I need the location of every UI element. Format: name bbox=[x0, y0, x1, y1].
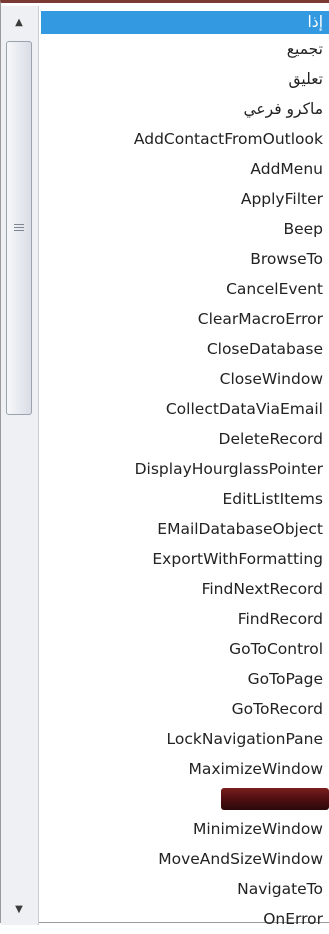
list-item[interactable]: GoToControl bbox=[41, 634, 329, 664]
list-item[interactable]: ApplyFilter bbox=[41, 184, 329, 214]
action-list-dropdown: ▲ ▼ إذا تجميع تعليق ماكرو فرعي AddContac… bbox=[0, 0, 329, 928]
list-item[interactable]: DisplayHourglassPointer bbox=[41, 454, 329, 484]
list-item-selected[interactable]: إذا bbox=[41, 11, 329, 34]
list-item[interactable]: DeleteRecord bbox=[41, 424, 329, 454]
scroll-down-arrow-icon[interactable]: ▼ bbox=[3, 898, 35, 920]
list-item[interactable]: تعليق bbox=[41, 64, 329, 94]
list-item[interactable]: FindNextRecord bbox=[41, 574, 329, 604]
list-item[interactable]: BrowseTo bbox=[41, 244, 329, 274]
list-item-highlight-band[interactable] bbox=[221, 788, 329, 810]
list-item[interactable]: LockNavigationPane bbox=[41, 724, 329, 754]
list-item[interactable]: تجميع bbox=[41, 34, 329, 64]
list-item[interactable]: EditListItems bbox=[41, 484, 329, 514]
list-item[interactable]: NavigateTo bbox=[41, 874, 329, 904]
list-item[interactable]: OnError bbox=[41, 904, 329, 934]
list-item[interactable]: CancelEvent bbox=[41, 274, 329, 304]
list-item[interactable]: CloseDatabase bbox=[41, 334, 329, 364]
list-item[interactable]: MoveAndSizeWindow bbox=[41, 844, 329, 874]
list-item[interactable]: EMailDatabaseObject bbox=[41, 514, 329, 544]
list-item[interactable]: GoToPage bbox=[41, 664, 329, 694]
list-item[interactable]: CloseWindow bbox=[41, 364, 329, 394]
action-list: إذا تجميع تعليق ماكرو فرعي AddContactFro… bbox=[41, 11, 329, 928]
grip-icon bbox=[14, 224, 24, 232]
list-item[interactable]: AddContactFromOutlook bbox=[41, 124, 329, 154]
list-item[interactable]: GoToRecord bbox=[41, 694, 329, 724]
list-item[interactable]: MinimizeWindow bbox=[41, 814, 329, 844]
scroll-up-arrow-icon[interactable]: ▲ bbox=[3, 11, 35, 33]
list-item[interactable]: ExportWithFormatting bbox=[41, 544, 329, 574]
list-item[interactable]: ClearMacroError bbox=[41, 304, 329, 334]
scrollbar-thumb[interactable] bbox=[6, 41, 32, 415]
list-item[interactable]: CollectDataViaEmail bbox=[41, 394, 329, 424]
list-item[interactable]: Beep bbox=[41, 214, 329, 244]
list-item[interactable]: FindRecord bbox=[41, 604, 329, 634]
list-item[interactable]: AddMenu bbox=[41, 154, 329, 184]
vertical-scrollbar[interactable]: ▲ ▼ bbox=[1, 6, 39, 925]
list-item[interactable]: ماكرو فرعي bbox=[41, 94, 329, 124]
list-item[interactable]: MaximizeWindow bbox=[41, 754, 329, 784]
